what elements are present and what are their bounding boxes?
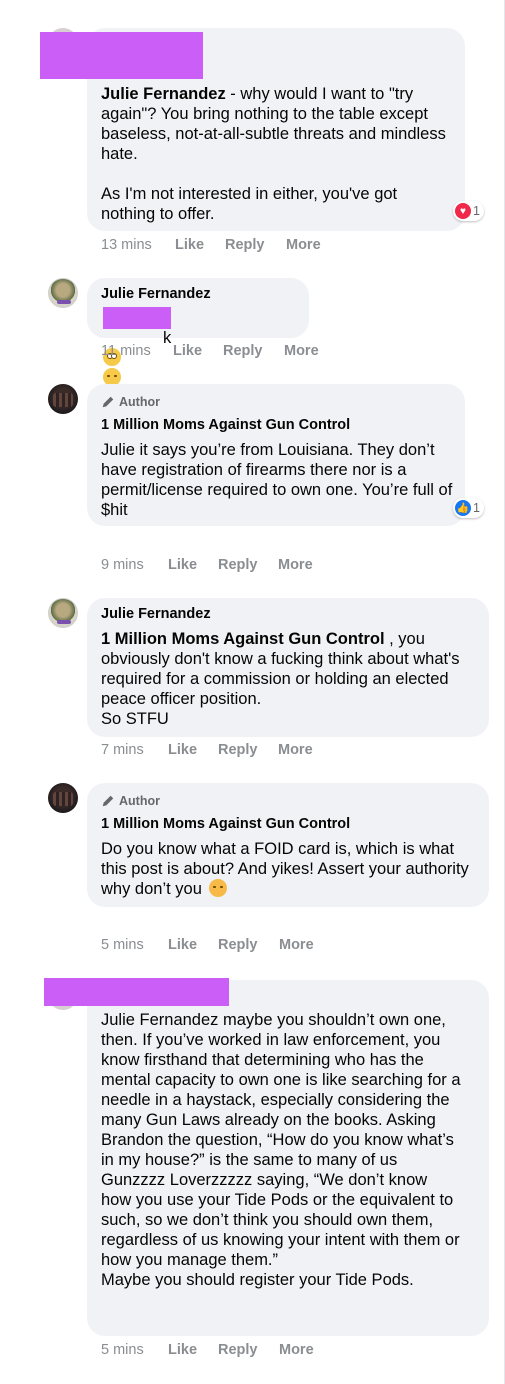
more-button[interactable]: More: [284, 343, 319, 359]
reply-button[interactable]: Reply: [223, 343, 284, 359]
comment-actions: 11 mins Like Reply More: [101, 343, 319, 359]
redacted-author-name: [40, 32, 203, 79]
pen-icon: [102, 795, 114, 807]
comment-text: Julie Fernandez maybe you shouldn’t own …: [101, 1011, 461, 1289]
comment-author[interactable]: Julie Fernandez: [101, 286, 211, 302]
like-button[interactable]: Like: [168, 1342, 218, 1358]
timestamp: 5 mins: [101, 1342, 144, 1358]
reply-button[interactable]: Reply: [218, 1342, 279, 1358]
avatar-julie-fernandez[interactable]: [48, 598, 78, 628]
timestamp: 11 mins: [101, 343, 151, 359]
comment-actions: 5 mins Like Reply More: [101, 937, 314, 953]
comment-actions: 7 mins Like Reply More: [101, 742, 313, 758]
reply-button[interactable]: Reply: [225, 237, 286, 253]
reaction-count[interactable]: ♥ 1: [453, 201, 484, 221]
timestamp: 13 mins: [101, 237, 152, 253]
comment-text: Julie Fernandez - why would I want to "t…: [101, 85, 446, 223]
like-button[interactable]: Like: [168, 557, 218, 573]
redacted-author-name: [44, 978, 229, 1006]
reaction-count[interactable]: 👍 1: [453, 498, 484, 518]
like-button[interactable]: Like: [168, 742, 218, 758]
comment-text: 1 Million Moms Against Gun Control , you…: [101, 630, 460, 728]
redacted-mention: [103, 307, 171, 329]
timestamp: 9 mins: [101, 557, 144, 573]
more-button[interactable]: More: [278, 742, 313, 758]
mention-link[interactable]: Julie Fernandez: [101, 85, 226, 103]
comment-text: Julie it says you’re from Louisiana. The…: [101, 441, 453, 519]
comment-author[interactable]: 1 Million Moms Against Gun Control: [101, 816, 350, 832]
more-button[interactable]: More: [278, 557, 313, 573]
mention-link[interactable]: 1 Million Moms Against Gun Control: [101, 630, 385, 648]
avatar-1-million-moms[interactable]: [48, 384, 78, 414]
like-button[interactable]: Like: [173, 343, 223, 359]
timestamp: 5 mins: [101, 937, 144, 953]
author-badge: Author: [101, 794, 160, 808]
like-button[interactable]: Like: [168, 937, 218, 953]
avatar-1-million-moms[interactable]: [48, 783, 78, 813]
more-button[interactable]: More: [279, 937, 314, 953]
reply-button[interactable]: Reply: [218, 742, 278, 758]
more-button[interactable]: More: [286, 237, 321, 253]
author-badge: Author: [101, 395, 160, 409]
reply-button[interactable]: Reply: [218, 937, 279, 953]
pen-icon: [102, 396, 114, 408]
avatar-julie-fernandez[interactable]: [48, 278, 78, 308]
rolling-on-floor-laughing-emoji: [208, 879, 227, 897]
comment-text: Do you know what a FOID card is, which i…: [101, 840, 469, 898]
comment-author[interactable]: Julie Fernandez: [101, 606, 211, 622]
like-button[interactable]: Like: [175, 237, 225, 253]
comment-actions: 5 mins Like Reply More: [101, 1342, 314, 1358]
like-reaction-icon: 👍: [455, 500, 471, 516]
comment-author[interactable]: 1 Million Moms Against Gun Control: [101, 417, 350, 433]
comment-actions: 9 mins Like Reply More: [101, 557, 313, 573]
comment-actions: 13 mins Like Reply More: [101, 237, 321, 253]
timestamp: 7 mins: [101, 742, 144, 758]
heart-reaction-icon: ♥: [455, 203, 471, 219]
reply-button[interactable]: Reply: [218, 557, 278, 573]
more-button[interactable]: More: [279, 1342, 314, 1358]
